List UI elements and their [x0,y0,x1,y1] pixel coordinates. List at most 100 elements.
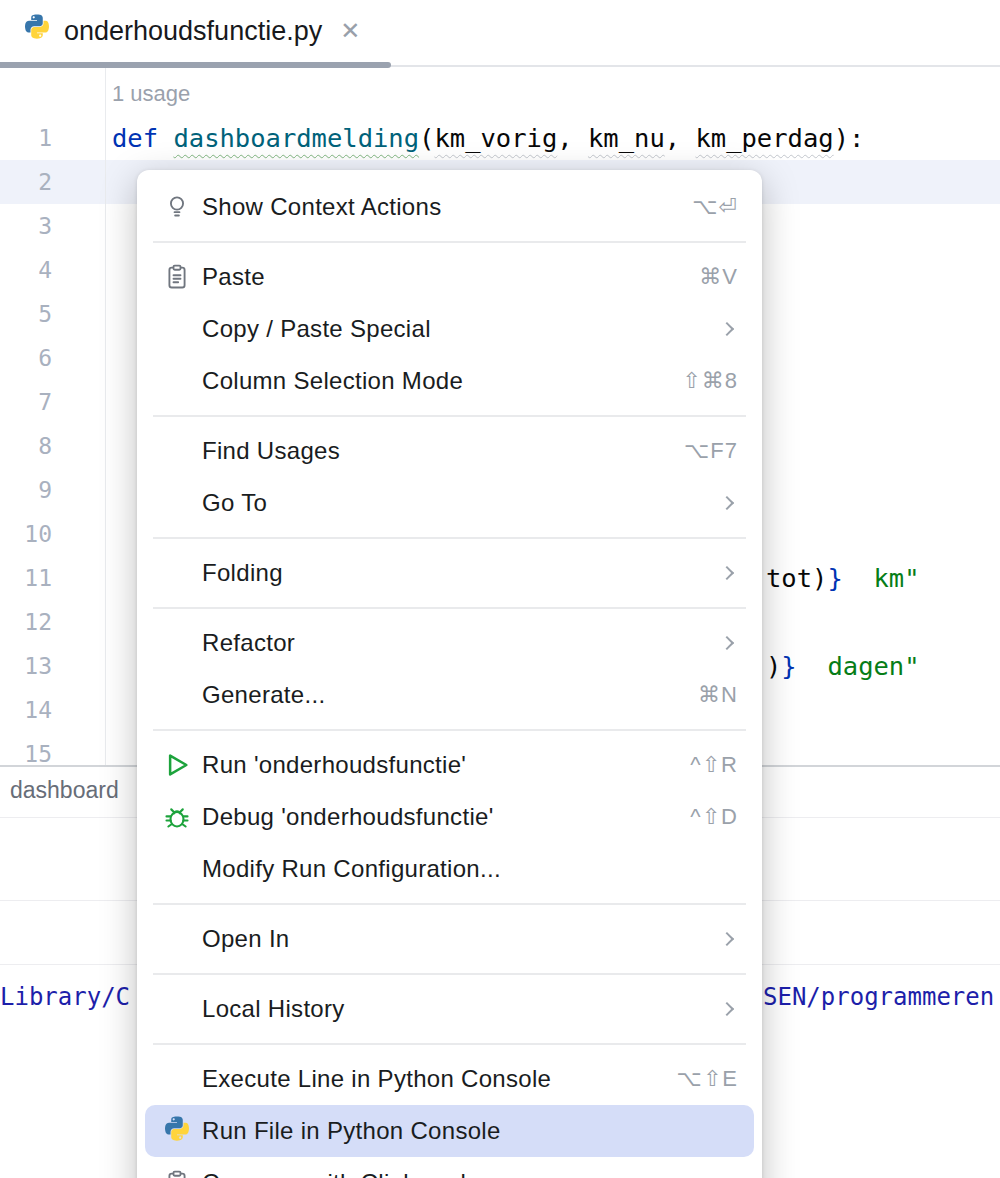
menu-item-label: Run File in Python Console [202,1117,738,1145]
menu-item-shortcut: ^⇧R [690,752,738,778]
menu-item-execute-line-in-python-console[interactable]: Execute Line in Python Console⌥⇧E [137,1053,762,1105]
line-number-13: 13 [0,644,52,688]
menu-item-label: Refactor [202,629,722,657]
code-token: ): [834,123,865,153]
menu-separator [137,1035,762,1053]
menu-item-icon-placeholder [161,557,193,589]
code-token: } [781,651,796,681]
submenu-chevron-icon [720,1002,734,1016]
menu-item-shortcut: ^⇧D [690,804,738,830]
code-token: ) [766,651,781,681]
menu-item-label: Show Context Actions [202,193,692,221]
menu-item-open-in[interactable]: Open In [137,913,762,965]
usage-hint[interactable]: 1 usage [112,76,190,112]
code-token: km_perdag [695,123,833,153]
menu-separator [137,233,762,251]
code-token: def [112,123,173,153]
code-token: tot) [766,563,827,593]
lightbulb-icon [161,191,193,223]
menu-item-icon-placeholder [161,923,193,955]
code-token: , [557,123,588,153]
line-number-8: 8 [0,424,52,468]
code-token: } [827,563,842,593]
menu-separator [137,721,762,739]
code-token: , [665,123,696,153]
line-number-14: 14 [0,688,52,732]
menu-item-icon-placeholder [161,1063,193,1095]
run-icon [161,749,193,781]
menu-item-label: Paste [202,263,699,291]
menu-item-icon-placeholder [161,435,193,467]
tab-onderhoudsfunctie[interactable]: onderhoudsfunctie.py ✕ [0,0,360,62]
tab-title: onderhoudsfunctie.py [64,16,322,47]
menu-item-label: Find Usages [202,437,684,465]
code-token: km_vorig [434,123,557,153]
menu-item-shortcut: ⌘V [699,264,738,290]
code-token: km" [874,563,920,593]
menu-item-modify-run-configuration[interactable]: Modify Run Configuration... [137,843,762,895]
python-file-icon [22,14,52,48]
menu-item-label: Debug 'onderhoudsfunctie' [202,803,690,831]
menu-item-shortcut: ⌘N [698,682,738,708]
menu-separator [137,529,762,547]
menu-item-icon-placeholder [161,853,193,885]
gutter-separator [105,68,106,765]
debug-icon [161,801,193,833]
menu-item-local-history[interactable]: Local History [137,983,762,1035]
submenu-chevron-icon [720,566,734,580]
line-number-9: 9 [0,468,52,512]
line-number-3: 3 [0,204,52,248]
menu-item-label: Open In [202,925,722,953]
menu-item-label: Go To [202,489,722,517]
menu-item-shortcut: ⌥⇧E [677,1066,738,1092]
line-number-2: 2 [0,160,52,204]
editor-tab-bar: onderhoudsfunctie.py ✕ [0,0,1000,62]
tab-close-icon[interactable]: ✕ [340,17,360,45]
code-token: km_nu [588,123,665,153]
menu-item-column-selection-mode[interactable]: Column Selection Mode⇧⌘8 [137,355,762,407]
menu-item-go-to[interactable]: Go To [137,477,762,529]
menu-item-debug-onderhoudsfunctie[interactable]: Debug 'onderhoudsfunctie'^⇧D [137,791,762,843]
menu-item-show-context-actions[interactable]: Show Context Actions⌥⏎ [137,181,762,233]
code-line-11-fragment: tot)} km" [766,556,920,600]
line-number-10: 10 [0,512,52,556]
menu-item-label: Compare with Clipboard [202,1169,738,1178]
menu-item-label: Copy / Paste Special [202,315,722,343]
menu-item-find-usages[interactable]: Find Usages⌥F7 [137,425,762,477]
paste-icon [161,261,193,293]
menu-item-icon-placeholder [161,627,193,659]
line-number-12: 12 [0,600,52,644]
menu-item-run-file-in-python-console[interactable]: Run File in Python Console [145,1105,754,1157]
code-line-1: def dashboardmelding(km_vorig, km_nu, km… [112,116,864,160]
menu-separator [137,407,762,425]
menu-item-icon-placeholder [161,487,193,519]
menu-item-icon-placeholder [161,365,193,397]
menu-item-paste[interactable]: Paste⌘V [137,251,762,303]
menu-item-copy-paste-special[interactable]: Copy / Paste Special [137,303,762,355]
submenu-chevron-icon [720,932,734,946]
code-token: ( [419,123,434,153]
code-token: dagen" [827,651,919,681]
menu-item-label: Generate... [202,681,698,709]
menu-item-refactor[interactable]: Refactor [137,617,762,669]
menu-item-label: Execute Line in Python Console [202,1065,677,1093]
editor-context-menu: Show Context Actions⌥⏎ Paste⌘V Copy / Past… [137,170,762,1178]
submenu-chevron-icon [720,496,734,510]
menu-item-shortcut: ⌥F7 [684,438,738,464]
menu-item-generate[interactable]: Generate...⌘N [137,669,762,721]
line-number-11: 11 [0,556,52,600]
menu-item-icon-placeholder [161,679,193,711]
code-token [843,563,874,593]
menu-item-label: Local History [202,995,722,1023]
menu-item-folding[interactable]: Folding [137,547,762,599]
menu-item-compare-with-clipboard[interactable]: Compare with Clipboard [137,1157,762,1178]
menu-item-label: Run 'onderhoudsfunctie' [202,751,690,779]
line-number-6: 6 [0,336,52,380]
menu-separator [137,965,762,983]
submenu-chevron-icon [720,322,734,336]
code-line-13-fragment: )} dagen" [766,644,920,688]
menu-item-run-onderhoudsfunctie[interactable]: Run 'onderhoudsfunctie'^⇧R [137,739,762,791]
tool-window-tab-label[interactable]: dashboard [10,777,119,804]
menu-item-label: Column Selection Mode [202,367,682,395]
line-number-7: 7 [0,380,52,424]
